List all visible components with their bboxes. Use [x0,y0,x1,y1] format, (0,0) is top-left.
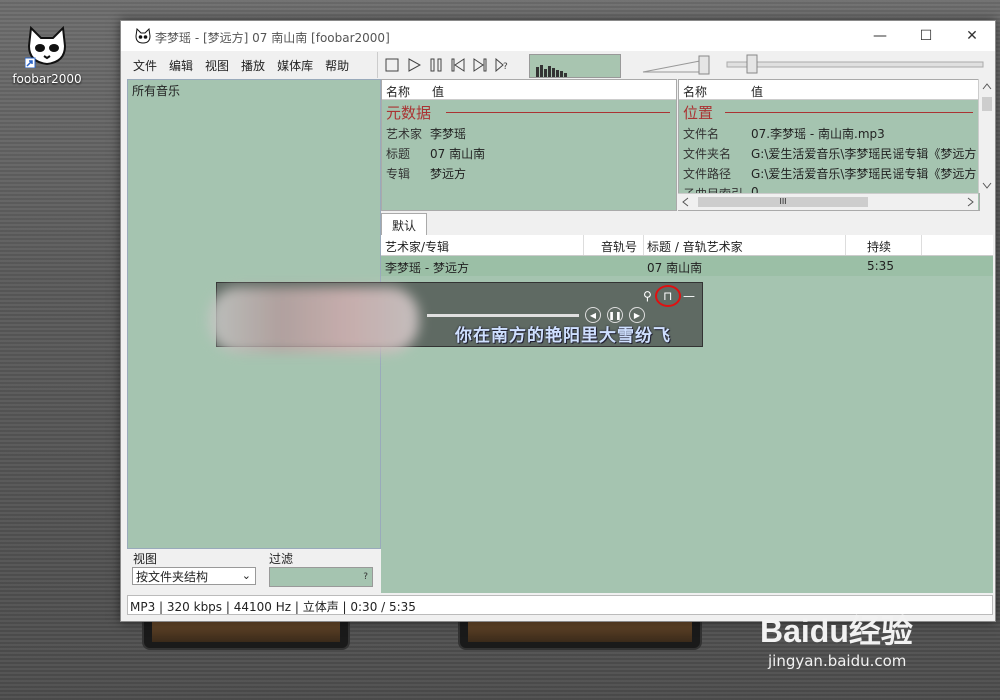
desktop-icon-label: foobar2000 [12,72,82,86]
desktop-lyrics-overlay[interactable]: ◀ ❚❚ ▶ ⚲ ⊓ — 你在南方的艳阳里大雪纷飞 [209,282,703,353]
metadata-panel: 名称 值 元数据 艺术家 李梦瑶 标题 07 南山南 专辑 梦远方 [381,79,677,211]
property-row[interactable]: 文件夹名 G:\爱生活爱音乐\李梦瑶民谣专辑《梦远方 [679,142,979,162]
column-value[interactable]: 值 [751,83,763,100]
minimize-icon[interactable]: — [683,289,695,303]
playlist-tabs: 默认 [381,211,993,236]
seek-bar[interactable] [725,52,989,78]
previous-icon [451,58,465,72]
lyrics-line: 你在南方的艳阳里大雪纷飞 [455,326,671,346]
random-button[interactable]: ? [493,56,511,74]
scrollbar-grip[interactable]: III [698,197,868,207]
tab-default[interactable]: 默认 [381,213,427,236]
volume-slider[interactable] [641,52,715,78]
menu-edit[interactable]: 编辑 [163,57,199,74]
next-icon [473,58,487,72]
view-select-value: 按文件夹结构 [136,569,209,584]
baidu-watermark: Baidu经验 jingyan.baidu.com [760,606,913,670]
search-icon[interactable]: ⚲ [643,289,652,303]
random-icon: ? [495,58,508,72]
next-button[interactable] [471,56,489,74]
minimize-button[interactable]: — [857,21,903,51]
maximize-button[interactable]: ☐ [903,21,949,51]
spectrum-visualizer [529,54,621,78]
menu-help[interactable]: 帮助 [319,57,355,74]
background-thumbnail [458,620,702,650]
menu-view[interactable]: 视图 [199,57,235,74]
watermark-brand: Baidu经验 [760,613,913,649]
section-title: 位置 [683,104,714,122]
window-title: 李梦瑶 - [梦远方] 07 南山南 [foobar2000] [155,31,390,45]
title-bar[interactable]: 李梦瑶 - [梦远方] 07 南山南 [foobar2000] — ☐ ✕ [121,21,995,51]
red-highlight-circle [655,285,681,307]
status-text: MP3 | 320 kbps | 44100 Hz | 立体声 | 0:30 /… [130,600,416,614]
pause-icon [430,58,442,72]
column-track-number[interactable]: 音轨号 [601,238,637,255]
filter-input[interactable]: ? [269,567,373,587]
background-thumbnail [142,620,350,650]
section-title: 元数据 [386,104,432,122]
column-duration[interactable]: 持续 [867,238,891,255]
play-button[interactable] [405,56,423,74]
lyrics-progress-bar[interactable] [427,314,579,317]
stop-icon [385,58,399,72]
column-name[interactable]: 名称 [386,83,410,100]
watermark-url: jingyan.baidu.com [768,652,907,670]
horizontal-scrollbar[interactable]: III [678,193,978,210]
property-row[interactable]: 标题 07 南山南 [382,142,676,162]
column-name[interactable]: 名称 [683,83,707,100]
previous-button[interactable] [449,56,467,74]
menu-bar: 文件 编辑 视图 播放 媒体库 帮助 [127,52,378,78]
menu-playback[interactable]: 播放 [235,57,271,74]
tree-root-all-music[interactable]: 所有音乐 [132,82,180,99]
view-label: 视图 [133,552,158,566]
property-row[interactable]: 专辑 梦远方 [382,162,676,182]
view-select[interactable]: 按文件夹结构 ⌄ [132,567,256,585]
property-row[interactable]: 文件名 07.李梦瑶 - 南山南.mp3 [679,122,979,142]
menu-library[interactable]: 媒体库 [271,57,319,74]
property-row[interactable]: 文件路径 G:\爱生活爱音乐\李梦瑶民谣专辑《梦远方 [679,162,979,182]
chevron-down-icon: ⌄ [241,569,251,582]
column-value[interactable]: 值 [432,83,444,100]
column-artist-album[interactable]: 艺术家/专辑 [385,238,449,255]
pause-button[interactable] [427,56,445,74]
foobar-app-icon [135,27,151,44]
column-title-artist[interactable]: 标题 / 音轨艺术家 [647,238,743,255]
menu-file[interactable]: 文件 [127,57,163,74]
close-button[interactable]: ✕ [949,21,995,51]
stop-button[interactable] [383,56,401,74]
foobar-cat-icon [24,24,69,69]
blurred-region [209,287,419,353]
filter-help: ? [363,572,368,582]
svg-text:?: ? [503,62,508,72]
playlist-row[interactable]: 李梦瑶 - 梦远方 07 南山南 5:35 [381,256,993,276]
play-icon [408,58,421,72]
vertical-scrollbar[interactable] [978,79,995,193]
filter-label: 过滤 [269,552,294,566]
desktop-shortcut-foobar2000[interactable]: foobar2000 [8,24,86,86]
property-row[interactable]: 艺术家 李梦瑶 [382,122,676,142]
location-panel: 名称 值 位置 文件名 07.李梦瑶 - 南山南.mp3 文件夹名 G:\爱生活爱音… [678,79,980,211]
